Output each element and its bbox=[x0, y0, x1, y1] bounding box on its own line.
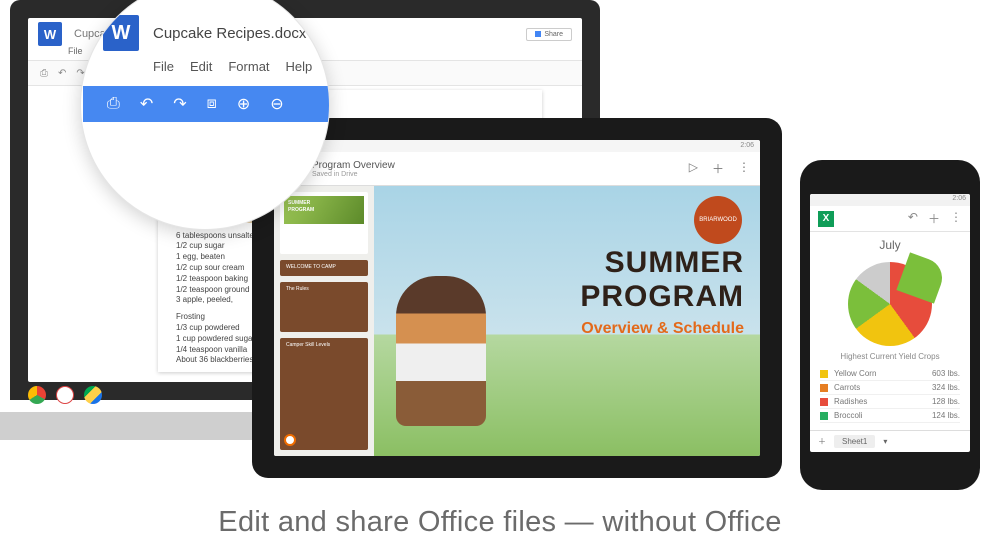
present-icon[interactable]: ▷ bbox=[689, 160, 698, 177]
print-icon[interactable]: ⎙ bbox=[40, 68, 48, 79]
clock: 2:06 bbox=[740, 142, 754, 149]
gmail-icon[interactable] bbox=[56, 386, 74, 404]
sheet-month-label: July bbox=[810, 232, 970, 258]
marketing-tagline: Edit and share Office files — without Of… bbox=[0, 506, 1000, 539]
save-status: Saved in Drive bbox=[312, 171, 681, 178]
legend-row: Radishes 128 lbs. bbox=[820, 395, 960, 409]
slide-thumb-2[interactable]: WELCOME TO CAMP bbox=[280, 260, 368, 276]
android-status-bar: 2:06 bbox=[274, 140, 760, 152]
menu-help[interactable]: Help bbox=[286, 59, 313, 74]
swatch-icon bbox=[820, 412, 828, 420]
slides-app: 2:06 P Program Overview Saved in Drive ▷… bbox=[274, 140, 760, 456]
chrome-icon[interactable] bbox=[28, 386, 46, 404]
chrome-shelf bbox=[28, 386, 102, 404]
share-icon[interactable]: ＋ bbox=[928, 210, 940, 227]
slide-thumb-3[interactable]: The Rules bbox=[280, 282, 368, 332]
sheet-tab[interactable]: Sheet1 bbox=[834, 435, 875, 448]
overflow-icon[interactable]: ⋮ bbox=[738, 160, 750, 177]
tablet-device: 2:06 P Program Overview Saved in Drive ▷… bbox=[252, 118, 782, 478]
pie-chart[interactable] bbox=[848, 262, 932, 346]
share-button[interactable]: Share bbox=[526, 28, 572, 41]
presentation-title[interactable]: Program Overview bbox=[312, 160, 681, 171]
swatch-icon bbox=[820, 384, 828, 392]
pie-slice-exploded bbox=[896, 252, 947, 303]
add-sheet-icon[interactable]: ＋ bbox=[818, 436, 826, 447]
redo-icon[interactable]: ↷ bbox=[173, 94, 186, 114]
drive-icon[interactable] bbox=[84, 386, 102, 404]
slide-photo bbox=[396, 276, 486, 426]
menu-file[interactable]: File bbox=[68, 46, 83, 56]
crop-icon[interactable]: ⧈ bbox=[207, 95, 217, 113]
slide-title-1: SUMMER bbox=[580, 246, 744, 280]
overflow-icon[interactable]: ⋮ bbox=[950, 210, 962, 227]
quick-toolbar: ⎙ ↶ ↷ ⧈ ⊕ ⊖ bbox=[83, 86, 329, 122]
undo-icon[interactable]: ↶ bbox=[58, 68, 66, 79]
undo-icon[interactable]: ↶ bbox=[908, 210, 918, 227]
menu-file[interactable]: File bbox=[153, 59, 174, 74]
add-slide-icon[interactable]: ＋ bbox=[712, 160, 724, 177]
chart-legend: Yellow Corn 603 lbs. Carrots 324 lbs. Ra… bbox=[810, 367, 970, 423]
undo-icon[interactable]: ↶ bbox=[140, 94, 153, 114]
swatch-icon bbox=[820, 398, 828, 406]
slide-canvas[interactable]: BRIARWOOD SUMMER PROGRAM Overview & Sche… bbox=[374, 186, 760, 456]
slides-header: P Program Overview Saved in Drive ▷ ＋ ⋮ bbox=[274, 152, 760, 186]
zoom-in-icon[interactable]: ⊕ bbox=[237, 94, 250, 114]
swatch-icon bbox=[820, 370, 828, 378]
slide-thumb-1[interactable]: SUMMER PROGRAM bbox=[280, 192, 368, 254]
menu-bar: File Edit Format Help bbox=[153, 59, 309, 74]
legend-row: Carrots 324 lbs. bbox=[820, 381, 960, 395]
phone-device: 2:06 X ↶ ＋ ⋮ July Highest Current Yield … bbox=[800, 160, 980, 490]
legend-row: Broccoli 124 lbs. bbox=[820, 409, 960, 423]
slide-thumbnails[interactable]: SUMMER PROGRAM WELCOME TO CAMP The Rules… bbox=[274, 186, 374, 456]
progress-dot-icon bbox=[284, 434, 296, 446]
android-status-bar: 2:06 bbox=[810, 194, 970, 206]
legend-row: Yellow Corn 603 lbs. bbox=[820, 367, 960, 381]
menu-edit[interactable]: Edit bbox=[190, 59, 212, 74]
document-title[interactable]: Cupcake Recipes.docx bbox=[153, 25, 306, 42]
excel-file-icon: X bbox=[818, 211, 834, 227]
clock: 2:06 bbox=[952, 195, 966, 202]
word-file-icon: W bbox=[38, 22, 62, 46]
print-icon[interactable]: ⎙ bbox=[107, 95, 120, 113]
sheets-header: X ↶ ＋ ⋮ bbox=[810, 206, 970, 232]
slide-title-block: SUMMER PROGRAM Overview & Schedule bbox=[580, 246, 744, 338]
slide-title-2: PROGRAM bbox=[580, 280, 744, 314]
chart-title: Highest Current Yield Crops bbox=[810, 352, 970, 361]
sheets-app: 2:06 X ↶ ＋ ⋮ July Highest Current Yield … bbox=[810, 194, 970, 452]
menu-format[interactable]: Format bbox=[228, 59, 269, 74]
zoom-out-icon[interactable]: ⊖ bbox=[270, 94, 283, 114]
sheet-tab-bar: ＋ Sheet1 ▾ bbox=[810, 430, 970, 452]
sheet-dropdown-icon[interactable]: ▾ bbox=[883, 437, 887, 446]
slide-thumb-4[interactable]: Camper Skill Levels bbox=[280, 338, 368, 450]
camp-badge-icon: BRIARWOOD bbox=[694, 196, 742, 244]
slide-subtitle: Overview & Schedule bbox=[580, 320, 744, 338]
